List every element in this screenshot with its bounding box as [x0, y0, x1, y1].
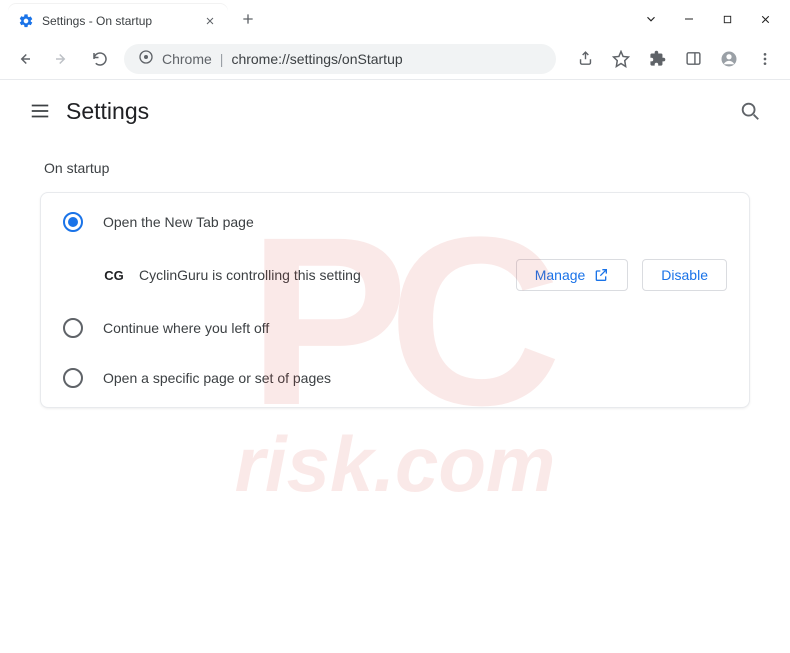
minimize-button[interactable]	[682, 12, 696, 26]
close-button[interactable]	[758, 12, 772, 26]
settings-app-bar: Settings	[0, 80, 790, 142]
forward-button[interactable]	[48, 45, 76, 73]
sidepanel-icon[interactable]	[684, 50, 702, 68]
search-button[interactable]	[730, 91, 770, 131]
tab-title: Settings - On startup	[42, 14, 194, 28]
profile-icon[interactable]	[720, 50, 738, 68]
hamburger-menu-button[interactable]	[20, 91, 60, 131]
maximize-button[interactable]	[720, 12, 734, 26]
extension-notice: CG CyclinGuru is controlling this settin…	[41, 247, 749, 303]
watermark-text: risk.com	[235, 419, 556, 510]
menu-icon[interactable]	[756, 50, 774, 68]
option-label: Open the New Tab page	[103, 214, 727, 230]
radio-selected-icon[interactable]	[63, 212, 83, 232]
extension-logo-icon: CG	[103, 266, 125, 284]
address-bar[interactable]: Chrome | chrome://settings/onStartup	[124, 44, 556, 74]
browser-tab[interactable]: Settings - On startup	[8, 4, 228, 38]
toolbar-actions	[566, 50, 780, 68]
new-tab-button[interactable]	[234, 5, 262, 33]
open-external-icon	[593, 267, 609, 283]
section-title: On startup	[44, 160, 750, 176]
tab-strip: Settings - On startup	[0, 0, 626, 38]
omnibox-url: chrome://settings/onStartup	[231, 51, 402, 67]
startup-card: Open the New Tab page CG CyclinGuru is c…	[40, 192, 750, 408]
option-specific-pages[interactable]: Open a specific page or set of pages	[41, 353, 749, 403]
share-icon[interactable]	[576, 50, 594, 68]
bookmark-icon[interactable]	[612, 50, 630, 68]
chevron-down-icon[interactable]	[644, 12, 658, 26]
site-info-icon[interactable]	[138, 49, 154, 68]
close-icon[interactable]	[202, 13, 218, 29]
disable-label: Disable	[661, 267, 708, 283]
disable-button[interactable]: Disable	[642, 259, 727, 291]
radio-icon[interactable]	[63, 318, 83, 338]
option-continue[interactable]: Continue where you left off	[41, 303, 749, 353]
browser-toolbar: Chrome | chrome://settings/onStartup	[0, 38, 790, 80]
extension-message: CyclinGuru is controlling this setting	[139, 267, 502, 283]
manage-button[interactable]: Manage	[516, 259, 629, 291]
extensions-icon[interactable]	[648, 50, 666, 68]
back-button[interactable]	[10, 45, 38, 73]
manage-label: Manage	[535, 267, 586, 283]
gear-icon	[18, 13, 34, 29]
option-open-new-tab[interactable]: Open the New Tab page	[41, 197, 749, 247]
page-title: Settings	[66, 98, 149, 125]
reload-button[interactable]	[86, 45, 114, 73]
radio-icon[interactable]	[63, 368, 83, 388]
settings-content: On startup Open the New Tab page CG Cycl…	[0, 160, 790, 408]
window-titlebar: Settings - On startup	[0, 0, 790, 38]
window-controls	[626, 0, 790, 38]
option-label: Continue where you left off	[103, 320, 727, 336]
omnibox-separator: |	[220, 51, 224, 67]
omnibox-prefix: Chrome	[162, 51, 212, 67]
option-label: Open a specific page or set of pages	[103, 370, 727, 386]
